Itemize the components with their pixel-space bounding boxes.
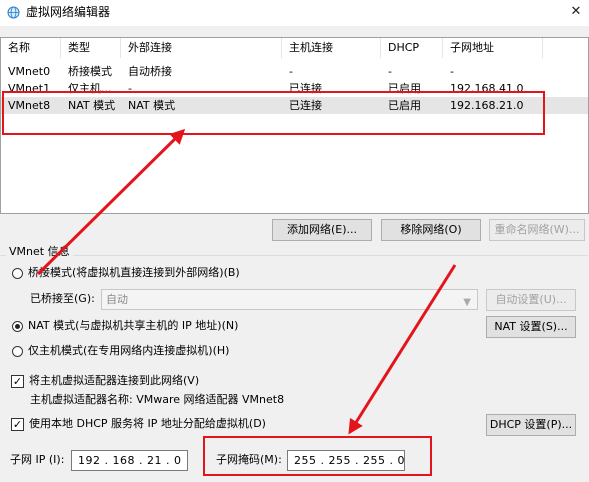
vmnet-info-label: VMnet 信息 <box>6 244 73 260</box>
list-header: 名称 类型 外部连接 主机连接 DHCP 子网地址 <box>1 38 588 58</box>
column-header-host[interactable]: 主机连接 <box>282 38 381 58</box>
dhcp-settings-button[interactable]: DHCP 设置(P)... <box>486 414 576 436</box>
column-header-type[interactable]: 类型 <box>61 38 121 58</box>
chevron-down-icon: ▼ <box>463 297 471 308</box>
window-title: 虚拟网络编辑器 <box>26 5 111 19</box>
dhcp-label[interactable]: 使用本地 DHCP 服务将 IP 地址分配给虚拟机(D) <box>29 416 266 432</box>
auto-settings-button[interactable]: 自动设置(U)... <box>486 289 576 311</box>
subnet-ip-label: 子网 IP (I): <box>10 453 65 466</box>
host-only-label[interactable]: 仅主机模式(在专用网络内连接虚拟机)(H) <box>28 343 229 359</box>
annotation-box-vmnet8 <box>2 91 545 135</box>
table-row[interactable]: VMnet0 桥接模式 自动桥接 - - - <box>1 63 588 80</box>
nat-mode-radio[interactable] <box>12 321 23 332</box>
globe-network-icon <box>7 6 20 19</box>
rename-network-button[interactable]: 重命名网络(W)... <box>489 219 585 241</box>
title-bar: 虚拟网络编辑器 ✕ <box>0 0 589 26</box>
column-header-dhcp[interactable]: DHCP <box>381 38 443 58</box>
bridged-to-value: 自动 <box>106 293 128 306</box>
column-header-subnet[interactable]: 子网地址 <box>443 38 543 58</box>
cell-name: VMnet0 <box>8 65 51 78</box>
cell-external: 自动桥接 <box>128 65 172 78</box>
cell-dhcp: - <box>388 65 392 78</box>
bridged-to-label: 已桥接至(G): <box>30 292 95 305</box>
close-button[interactable]: ✕ <box>566 2 586 22</box>
bridged-to-select[interactable]: 自动 ▼ <box>101 289 478 310</box>
bridged-mode-radio[interactable] <box>12 268 23 279</box>
annotation-box-subnet-mask <box>203 436 432 476</box>
remove-network-button[interactable]: 移除网络(O) <box>381 219 481 241</box>
dhcp-checkbox[interactable]: ✓ <box>11 418 24 431</box>
connect-adapter-label[interactable]: 将主机虚拟适配器连接到此网络(V) <box>29 373 199 389</box>
column-header-external[interactable]: 外部连接 <box>121 38 282 58</box>
cell-host: - <box>289 65 293 78</box>
bridged-mode-label[interactable]: 桥接模式(将虚拟机直接连接到外部网络)(B) <box>28 265 240 281</box>
connect-adapter-checkbox[interactable]: ✓ <box>11 375 24 388</box>
nat-mode-label[interactable]: NAT 模式(与虚拟机共享主机的 IP 地址)(N) <box>28 318 238 334</box>
adapter-name-text: 主机虚拟适配器名称: VMware 网络适配器 VMnet8 <box>30 393 285 406</box>
add-network-button[interactable]: 添加网络(E)... <box>272 219 372 241</box>
subnet-ip-field[interactable]: 192 . 168 . 21 . 0 <box>71 450 188 471</box>
cell-type: 桥接模式 <box>68 65 112 78</box>
cell-subnet: - <box>450 65 454 78</box>
host-only-radio[interactable] <box>12 346 23 357</box>
column-header-name[interactable]: 名称 <box>1 38 61 58</box>
nat-settings-button[interactable]: NAT 设置(S)... <box>486 316 576 338</box>
